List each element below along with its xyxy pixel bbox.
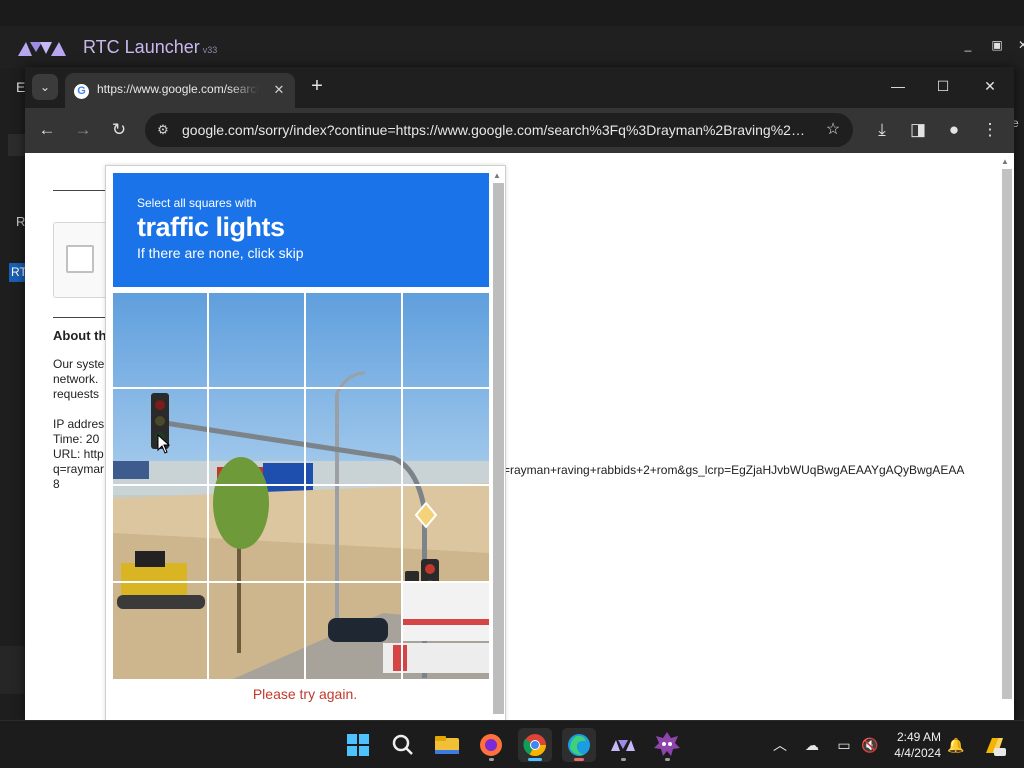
info-time: Time: 20 [53, 432, 100, 446]
site-info-tune-icon[interactable]: ⚙ [155, 122, 171, 138]
profile-avatar-icon[interactable]: ● [943, 119, 965, 141]
launcher-side-label-r: R [16, 214, 26, 229]
clock-date: 4/4/2024 [894, 746, 941, 760]
launcher-version: v33 [202, 45, 218, 55]
rtc-logo-icon [18, 42, 66, 56]
page-scrollbar[interactable]: ▲ [1000, 157, 1012, 717]
game-app-icon[interactable] [650, 728, 684, 762]
running-indicator [665, 758, 670, 761]
kebab-menu-icon[interactable]: ⋮ [979, 119, 1001, 141]
page-divider-mid [53, 317, 105, 318]
info-url-end: 8 [53, 477, 60, 491]
forward-arrow-icon[interactable]: → [72, 119, 94, 141]
challenge-object: traffic lights [137, 212, 285, 242]
reload-icon[interactable]: ↻ [108, 119, 130, 141]
volume-muted-icon[interactable]: 🔇 [860, 735, 880, 755]
google-favicon-icon: G [74, 84, 89, 99]
tab-title: https://www.google.com/search [97, 82, 259, 96]
mouse-cursor-icon [157, 434, 171, 454]
launcher-title-text: RTC Launcher [83, 37, 200, 57]
recaptcha-anchor-box [53, 222, 113, 298]
window-close-icon[interactable]: ✕ [975, 75, 1005, 97]
browser-toolbar: ← → ↻ ⚙ google.com/sorry/index?continue=… [25, 108, 1014, 153]
launcher-maximize-icon[interactable]: ▣ [986, 38, 1008, 56]
challenge-instruction: Select all squares with [137, 196, 257, 210]
tab-close-icon[interactable]: ✕ [270, 81, 288, 99]
copilot-pre-icon[interactable] [982, 735, 1006, 756]
edge-icon[interactable] [562, 728, 596, 762]
page-content: About th Our syste network. requests IP … [25, 153, 1014, 720]
taskbar-search-icon[interactable] [386, 728, 420, 762]
chrome-icon[interactable] [518, 728, 552, 762]
page-scroll-thumb[interactable] [1002, 169, 1012, 699]
tab-search-chevron-icon[interactable]: ⌄ [32, 74, 58, 100]
window-maximize-icon[interactable]: ☐ [928, 75, 958, 97]
grid-divider [207, 293, 209, 679]
challenge-image-grid [113, 293, 489, 679]
tray-overflow-chevron-icon[interactable]: ︿ [770, 735, 790, 755]
rtc-launcher-taskbar-icon[interactable] [606, 728, 640, 762]
launcher-titlebar: RTC Launcher v33 _ ▣ ✕ [0, 26, 1024, 68]
taskbar: ︿ ☁ ▭ 🔇 2:49 AM 4/4/2024 🔔 [0, 720, 1024, 768]
about-line-1: Our syste [53, 357, 105, 371]
about-line-3: requests [53, 387, 100, 401]
about-heading: About th [53, 328, 107, 343]
info-url: URL: http [53, 447, 104, 461]
grid-divider [113, 581, 489, 583]
running-indicator [489, 758, 494, 761]
address-url-text[interactable]: google.com/sorry/index?continue=https://… [182, 122, 814, 138]
bookmark-star-icon[interactable]: ☆ [823, 120, 843, 140]
launcher-minimize-icon[interactable]: _ [957, 38, 979, 56]
taskbar-clock[interactable]: 2:49 AM 4/4/2024 [889, 729, 941, 761]
side-panel-icon[interactable]: ◨ [907, 119, 929, 141]
page-divider-top [53, 190, 105, 191]
tab-google-search[interactable]: G https://www.google.com/search ✕ [65, 73, 295, 108]
challenge-scroll-thumb[interactable] [493, 183, 504, 714]
grid-divider [304, 293, 306, 679]
windows-start-icon[interactable] [341, 728, 375, 762]
browser-window: ⌄ G https://www.google.com/search ✕ + — … [25, 67, 1014, 720]
network-icon[interactable]: ▭ [834, 735, 854, 755]
challenge-error-message: Please try again. [252, 686, 358, 702]
challenge-header: Select all squares with traffic lights I… [113, 173, 489, 287]
file-explorer-icon[interactable] [430, 728, 464, 762]
grid-divider [113, 387, 489, 389]
launcher-side-label-e: E [16, 79, 26, 95]
page-scroll-up-icon[interactable]: ▲ [1001, 157, 1009, 166]
info-url-continuation: =rayman+raving+rabbids+2+rom&gs_lcrp=EgZ… [503, 463, 965, 477]
launcher-close-icon[interactable]: ✕ [1012, 38, 1024, 56]
launcher-side-selected[interactable]: RT [9, 263, 27, 282]
notification-bell-icon[interactable]: 🔔 [946, 735, 966, 755]
recaptcha-challenge: Select all squares with traffic lights I… [105, 165, 506, 720]
street-scene-image [113, 371, 489, 679]
download-icon[interactable]: ⤓ [871, 119, 893, 141]
info-url-query: q=raymar [53, 462, 105, 476]
onedrive-icon[interactable]: ☁ [802, 735, 822, 755]
challenge-scroll-up-icon[interactable]: ▲ [493, 171, 501, 180]
grid-divider [113, 484, 489, 486]
grid-divider [401, 293, 403, 679]
about-line-2: network. [53, 372, 99, 386]
new-tab-plus-icon[interactable]: + [306, 75, 328, 97]
clock-time: 2:49 AM [896, 730, 941, 744]
challenge-subtext: If there are none, click skip [137, 245, 304, 261]
attention-indicator [574, 758, 584, 761]
recaptcha-checkbox[interactable] [66, 245, 94, 273]
launcher-title: RTC Launcher v33 [83, 37, 217, 58]
launcher-bottom-panel [0, 646, 28, 694]
active-indicator [528, 758, 542, 761]
address-bar[interactable]: ⚙ google.com/sorry/index?continue=https:… [145, 113, 853, 147]
tab-strip: ⌄ G https://www.google.com/search ✕ + — … [25, 67, 1014, 108]
window-minimize-icon[interactable]: — [883, 75, 913, 97]
info-ip: IP addres [53, 417, 105, 431]
firefox-icon[interactable] [474, 728, 508, 762]
back-arrow-icon[interactable]: ← [36, 119, 58, 141]
challenge-scrollbar[interactable]: ▲ [491, 171, 504, 717]
running-indicator [621, 758, 626, 761]
